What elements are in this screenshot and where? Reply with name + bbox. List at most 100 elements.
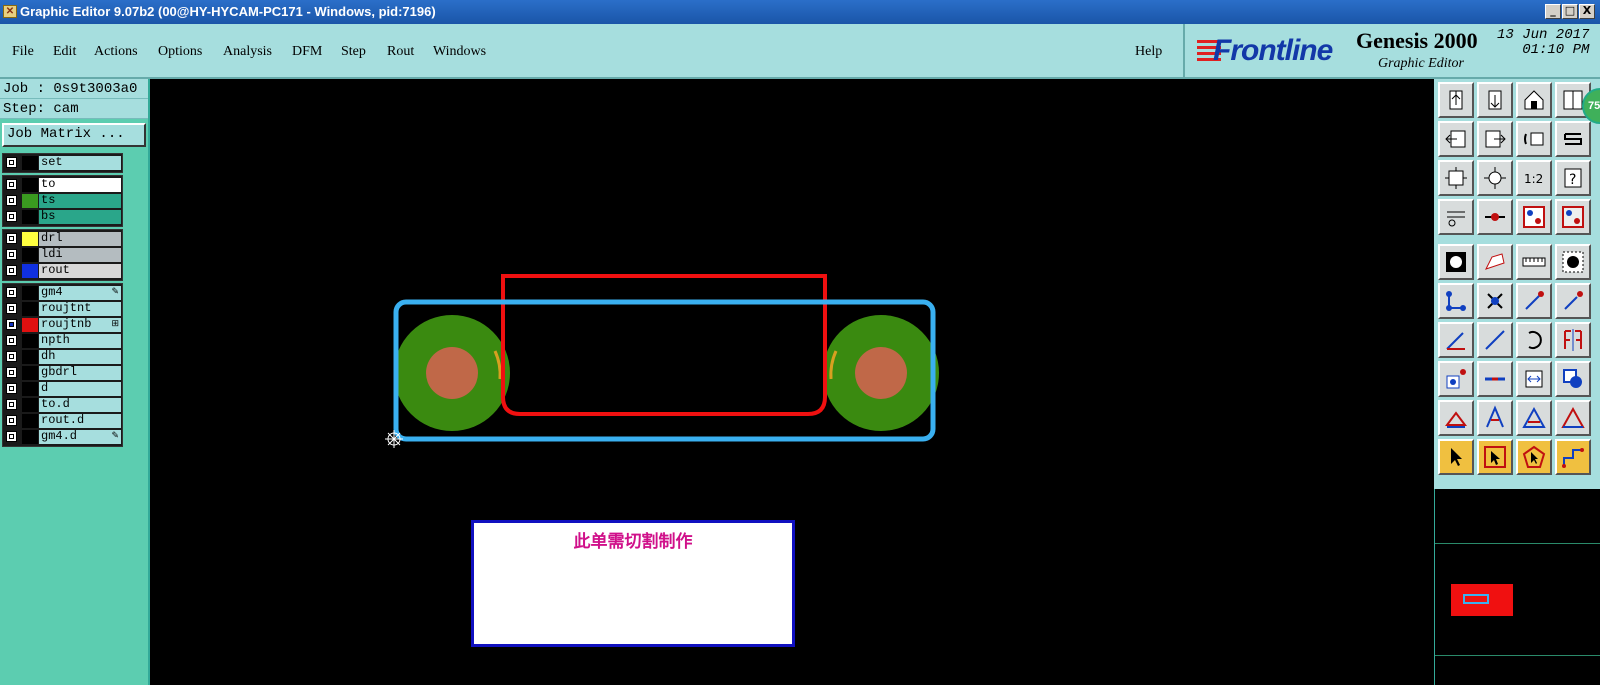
layer-row-gbdrl[interactable]: gbdrl — [4, 365, 121, 381]
menu-dfm[interactable]: DFM — [292, 44, 322, 60]
ruler-tool[interactable] — [1516, 244, 1552, 280]
layer-checkbox[interactable] — [6, 211, 17, 222]
layer-name[interactable]: dh — [39, 350, 121, 364]
rout-cutout[interactable] — [501, 274, 827, 416]
layer-checkbox[interactable] — [6, 319, 17, 330]
help-tool[interactable]: ? — [1555, 160, 1591, 196]
layer-checkbox[interactable] — [6, 303, 17, 314]
draw-arc-tool[interactable] — [1438, 322, 1474, 358]
layer-checkbox[interactable] — [6, 415, 17, 426]
layer-color-swatch[interactable] — [22, 366, 38, 380]
undo-redo-tool[interactable] — [1516, 121, 1552, 157]
select-polygon-tool[interactable] — [1516, 439, 1552, 475]
delete-node-tool[interactable] — [1477, 283, 1513, 319]
menu-help[interactable]: Help — [1135, 44, 1162, 60]
layer-name[interactable]: gbdrl — [39, 366, 121, 380]
layer-row-rout-d[interactable]: rout.d — [4, 413, 121, 429]
layer-checkbox[interactable] — [6, 157, 17, 168]
drill-left[interactable] — [426, 347, 478, 399]
layer-name[interactable]: roujtnb — [39, 318, 121, 332]
triangle-small-tool[interactable] — [1438, 400, 1474, 436]
home-tool[interactable] — [1516, 82, 1552, 118]
menu-file[interactable]: File — [12, 44, 34, 60]
layer-checkbox[interactable] — [6, 179, 17, 190]
maximize-button[interactable]: □ — [1562, 4, 1578, 19]
layer-color-swatch[interactable] — [22, 334, 38, 348]
layer-row-ts[interactable]: ts — [4, 193, 121, 209]
layer-name[interactable]: ldi — [39, 248, 121, 262]
triangle-tall-tool[interactable] — [1477, 400, 1513, 436]
layer-name[interactable]: to.d — [39, 398, 121, 412]
point-arrow-tool[interactable] — [1555, 283, 1591, 319]
layer-red-tool[interactable] — [1516, 199, 1552, 235]
layer-color-swatch[interactable] — [22, 302, 38, 316]
measure-dot-tool[interactable] — [1477, 199, 1513, 235]
layer-color-swatch[interactable] — [22, 398, 38, 412]
layer-checkbox[interactable] — [6, 367, 17, 378]
layer-name[interactable]: set — [39, 156, 121, 170]
graphic-canvas[interactable]: 此单需切割制作 — [150, 79, 1434, 685]
layer-row-set[interactable]: set — [4, 155, 121, 171]
layer-color-swatch[interactable] — [22, 248, 38, 262]
layer-row-drl[interactable]: drl — [4, 231, 121, 247]
layer-checkbox[interactable] — [6, 431, 17, 442]
layer-color-swatch[interactable] — [22, 382, 38, 396]
layer-name[interactable]: bs — [39, 210, 121, 224]
layer-row-roujtnb[interactable]: roujtnb ⊞ — [4, 317, 121, 333]
break-line-tool[interactable] — [1477, 361, 1513, 397]
zoom-fit-tool[interactable] — [1438, 160, 1474, 196]
layer-checkbox[interactable] — [6, 399, 17, 410]
triangle-up-tool[interactable] — [1555, 400, 1591, 436]
layer-color-swatch[interactable] — [22, 178, 38, 192]
layer-row-npth[interactable]: npth — [4, 333, 121, 349]
layer-color-swatch[interactable] — [22, 350, 38, 364]
layer-color-swatch[interactable] — [22, 264, 38, 278]
add-line-tool[interactable] — [1477, 244, 1513, 280]
layer-name[interactable]: roujtnt — [39, 302, 121, 316]
zoom-back-tool[interactable] — [1477, 82, 1513, 118]
drill-right[interactable] — [855, 347, 907, 399]
resize-tool[interactable] — [1516, 361, 1552, 397]
layer-row-gm4-d[interactable]: gm4.d ✎ — [4, 429, 121, 445]
layer-checkbox[interactable] — [6, 233, 17, 244]
layer-row-d[interactable]: d — [4, 381, 121, 397]
job-matrix-button[interactable]: Job Matrix ... — [2, 123, 146, 147]
zoom-home-tool[interactable] — [1438, 82, 1474, 118]
add-pad-tool[interactable] — [1438, 244, 1474, 280]
layer-row-gm4[interactable]: gm4 ✎ — [4, 285, 121, 301]
pan-left-tool[interactable] — [1438, 121, 1474, 157]
layer-row-rout[interactable]: rout — [4, 263, 121, 279]
redraw-tool[interactable] — [1555, 121, 1591, 157]
menu-edit[interactable]: Edit — [53, 44, 76, 60]
route-tool[interactable] — [1555, 439, 1591, 475]
layer-name[interactable]: ts — [39, 194, 121, 208]
layer-checkbox[interactable] — [6, 195, 17, 206]
move-pad-tool[interactable] — [1438, 361, 1474, 397]
menu-actions[interactable]: Actions — [94, 44, 138, 60]
pan-right-tool[interactable] — [1477, 121, 1513, 157]
layer-checkbox[interactable] — [6, 265, 17, 276]
menu-options[interactable]: Options — [158, 44, 202, 60]
one-to-two-tool[interactable]: 1:2 — [1516, 160, 1552, 196]
layer-name[interactable]: drl — [39, 232, 121, 246]
minimize-button[interactable]: _ — [1545, 4, 1561, 19]
layer-row-bs[interactable]: bs — [4, 209, 121, 225]
menu-analysis[interactable]: Analysis — [223, 44, 272, 60]
mirror-tool[interactable] — [1555, 322, 1591, 358]
layer-color-swatch[interactable] — [22, 194, 38, 208]
layer-checkbox[interactable] — [6, 335, 17, 346]
menu-step[interactable]: Step — [341, 44, 366, 60]
layer-row-to[interactable]: to — [4, 177, 121, 193]
overview-viewport[interactable] — [1451, 584, 1513, 616]
layer-color-swatch[interactable] — [22, 156, 38, 170]
move-node-tool[interactable] — [1438, 283, 1474, 319]
layer-row-roujtnt[interactable]: roujtnt — [4, 301, 121, 317]
layer-checkbox[interactable] — [6, 351, 17, 362]
select-arrow-tool[interactable] — [1438, 439, 1474, 475]
layer-row-to-d[interactable]: to.d — [4, 397, 121, 413]
connect-point-tool[interactable] — [1516, 283, 1552, 319]
layer-color-swatch[interactable] — [22, 414, 38, 428]
layer-color-swatch[interactable] — [22, 232, 38, 246]
layer-name[interactable]: gm4 — [39, 286, 121, 300]
overview-panel[interactable] — [1434, 489, 1600, 685]
